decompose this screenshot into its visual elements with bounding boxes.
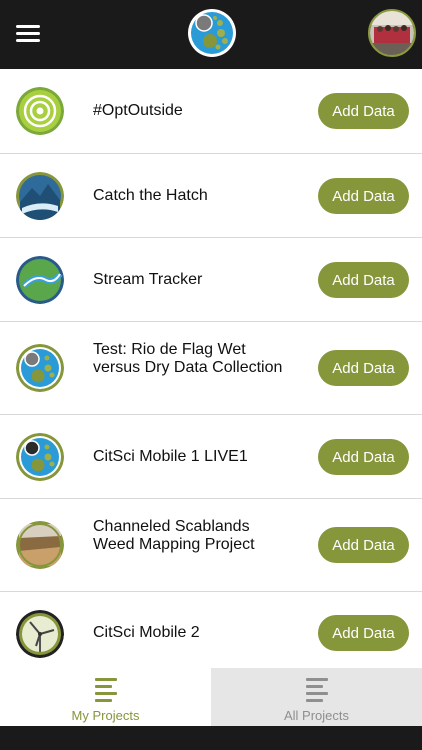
add-data-button[interactable]: Add Data (318, 93, 409, 129)
add-data-button[interactable]: Add Data (318, 178, 409, 214)
top-app-bar (0, 0, 422, 69)
project-title: CitSci Mobile 2 (93, 624, 200, 641)
tab-label: All Projects (283, 708, 350, 723)
windmill-icon (16, 610, 64, 658)
project-title: CitSci Mobile 1 LIVE1 (93, 448, 248, 465)
project-list: #OptOutside Add Data Catch the Hatch Add… (0, 69, 422, 674)
add-data-button[interactable]: Add Data (318, 527, 409, 563)
mountain-river-icon (16, 172, 64, 220)
landscape-photo-icon (16, 521, 64, 569)
tab-my-projects[interactable]: My Projects (0, 668, 211, 726)
project-row[interactable]: Channeled Scablands Weed Mapping Project… (0, 499, 422, 592)
list-icon (305, 678, 328, 706)
project-row[interactable]: Catch the Hatch Add Data (0, 154, 422, 238)
home-indicator-bar (0, 726, 422, 750)
project-row[interactable]: Stream Tracker Add Data (0, 238, 422, 322)
citsci-logo-icon (187, 8, 237, 58)
project-row[interactable]: CitSci Mobile 2 Add Data (0, 592, 422, 674)
green-spiral-icon (16, 87, 64, 135)
project-title: Channeled Scablands Weed Mapping Project (93, 518, 255, 553)
hamburger-menu-icon[interactable] (14, 21, 42, 47)
project-title: Catch the Hatch (93, 187, 208, 204)
tab-all-projects[interactable]: All Projects (211, 668, 422, 726)
list-icon (94, 678, 117, 706)
project-title: Test: Rio de Flag Wet versus Dry Data Co… (93, 341, 283, 376)
citsci-circles-icon (16, 344, 64, 392)
project-row[interactable]: CitSci Mobile 1 LIVE1 Add Data (0, 415, 422, 499)
add-data-button[interactable]: Add Data (318, 615, 409, 651)
project-title: #OptOutside (93, 102, 183, 119)
citsci-circles-icon (16, 433, 64, 481)
project-row[interactable]: #OptOutside Add Data (0, 69, 422, 154)
bottom-tab-bar: My Projects All Projects (0, 668, 422, 726)
user-avatar-icon[interactable] (368, 9, 416, 57)
add-data-button[interactable]: Add Data (318, 262, 409, 298)
stream-icon (16, 256, 64, 304)
project-title: Stream Tracker (93, 271, 203, 288)
tab-label: My Projects (71, 708, 140, 723)
add-data-button[interactable]: Add Data (318, 439, 409, 475)
add-data-button[interactable]: Add Data (318, 350, 409, 386)
project-row[interactable]: Test: Rio de Flag Wet versus Dry Data Co… (0, 322, 422, 415)
